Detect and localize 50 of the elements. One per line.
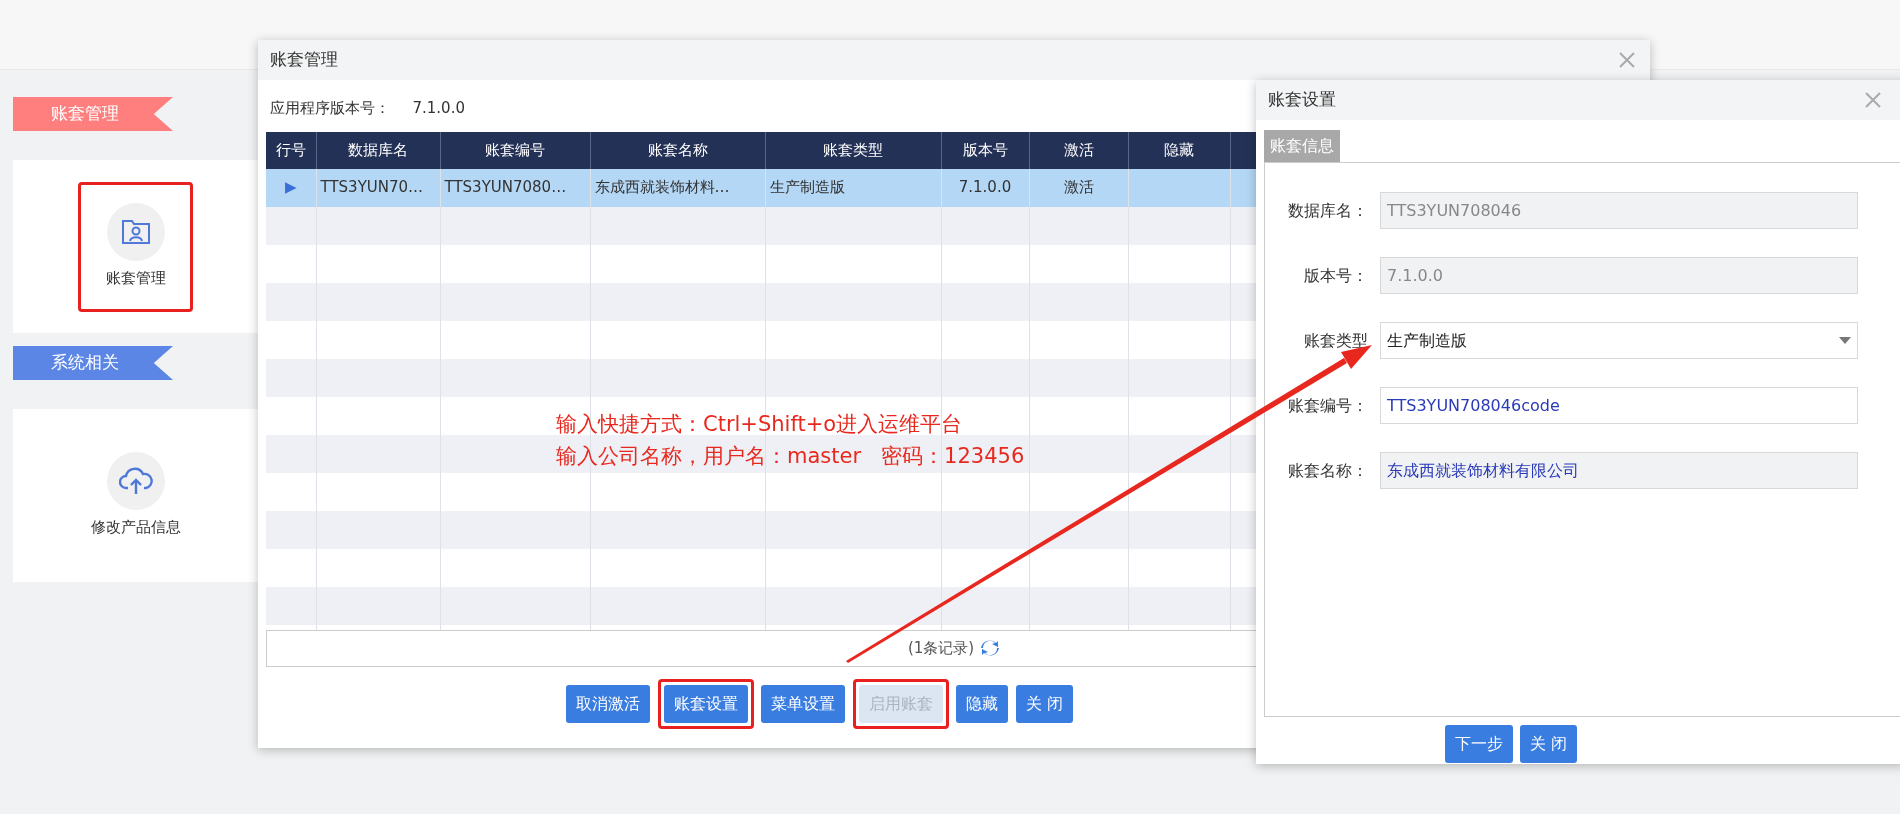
cloud-upload-icon (118, 467, 153, 496)
action-button[interactable]: 下一步 (1444, 725, 1513, 763)
dropdown-field[interactable]: 生产制造版 (1380, 322, 1858, 359)
input-field[interactable]: 东成西就装饰材料有限公司 (1380, 452, 1858, 489)
table-cell: TTS3YUN7080… (440, 168, 590, 207)
column-header: 隐藏 (1128, 131, 1230, 169)
action-button[interactable]: 菜单设置 (761, 684, 845, 723)
close-button[interactable] (1618, 51, 1636, 69)
folder-user-icon (120, 218, 151, 247)
sidebar-item[interactable]: 修改产品信息 (83, 435, 188, 556)
row-pointer: ▶ (266, 168, 316, 207)
column-header: 行号 (266, 131, 316, 169)
input-field[interactable]: TTS3YUN708046code (1380, 387, 1858, 424)
input-field[interactable]: TTS3YUN708046 (1380, 192, 1858, 229)
annotation-text: 输入快捷方式：Ctrl+Shift+o进入运维平台 输入公司名称，用户名：master 密码：123456 (556, 411, 1025, 470)
close-button[interactable] (1864, 91, 1882, 109)
action-button[interactable]: 关 闭 (1520, 725, 1578, 763)
field-label: 数据库名： (1287, 199, 1369, 222)
action-button[interactable]: 账套设置 (663, 684, 748, 723)
sidebar-item[interactable]: 账套管理 (83, 186, 188, 307)
version-label: 应用程序版本号： (270, 98, 390, 119)
section-banner: 账套管理 (13, 97, 173, 131)
action-button[interactable]: 取消激活 (566, 684, 650, 723)
table-cell: 东成西就装饰材料… (590, 168, 765, 207)
table-cell: 激活 (1029, 168, 1128, 207)
window-title: 账套设置 (1268, 88, 1336, 112)
field-label: 账套名称： (1287, 459, 1369, 482)
action-button[interactable]: 关 闭 (1015, 684, 1073, 723)
column-header: 账套名称 (590, 131, 765, 169)
tab[interactable]: 账套信息 (1264, 130, 1340, 162)
field-label: 版本号： (1303, 264, 1369, 287)
column-header: 账套编号 (440, 131, 590, 169)
column-header: 数据库名 (316, 131, 440, 169)
field-label: 账套编号： (1287, 394, 1369, 417)
section-banner: 系统相关 (13, 346, 173, 380)
column-header: 账套类型 (765, 131, 941, 169)
close-icon (1618, 51, 1636, 69)
table-cell: 7.1.0.0 (941, 168, 1029, 207)
record-count: (1条记录) (907, 637, 975, 659)
window-title: 账套管理 (270, 48, 338, 72)
table-cell: 生产制造版 (765, 168, 941, 207)
caret-icon (1839, 337, 1851, 344)
column-header: 版本号 (941, 131, 1029, 169)
refresh-icon[interactable] (980, 638, 1001, 658)
column-header: 激活 (1029, 131, 1128, 169)
close-icon (1864, 91, 1882, 109)
action-button[interactable]: 隐藏 (956, 684, 1008, 723)
version-value: 7.1.0.0 (412, 98, 465, 119)
table-cell: TTS3YUN70… (316, 168, 440, 207)
input-field[interactable]: 7.1.0.0 (1380, 257, 1858, 294)
